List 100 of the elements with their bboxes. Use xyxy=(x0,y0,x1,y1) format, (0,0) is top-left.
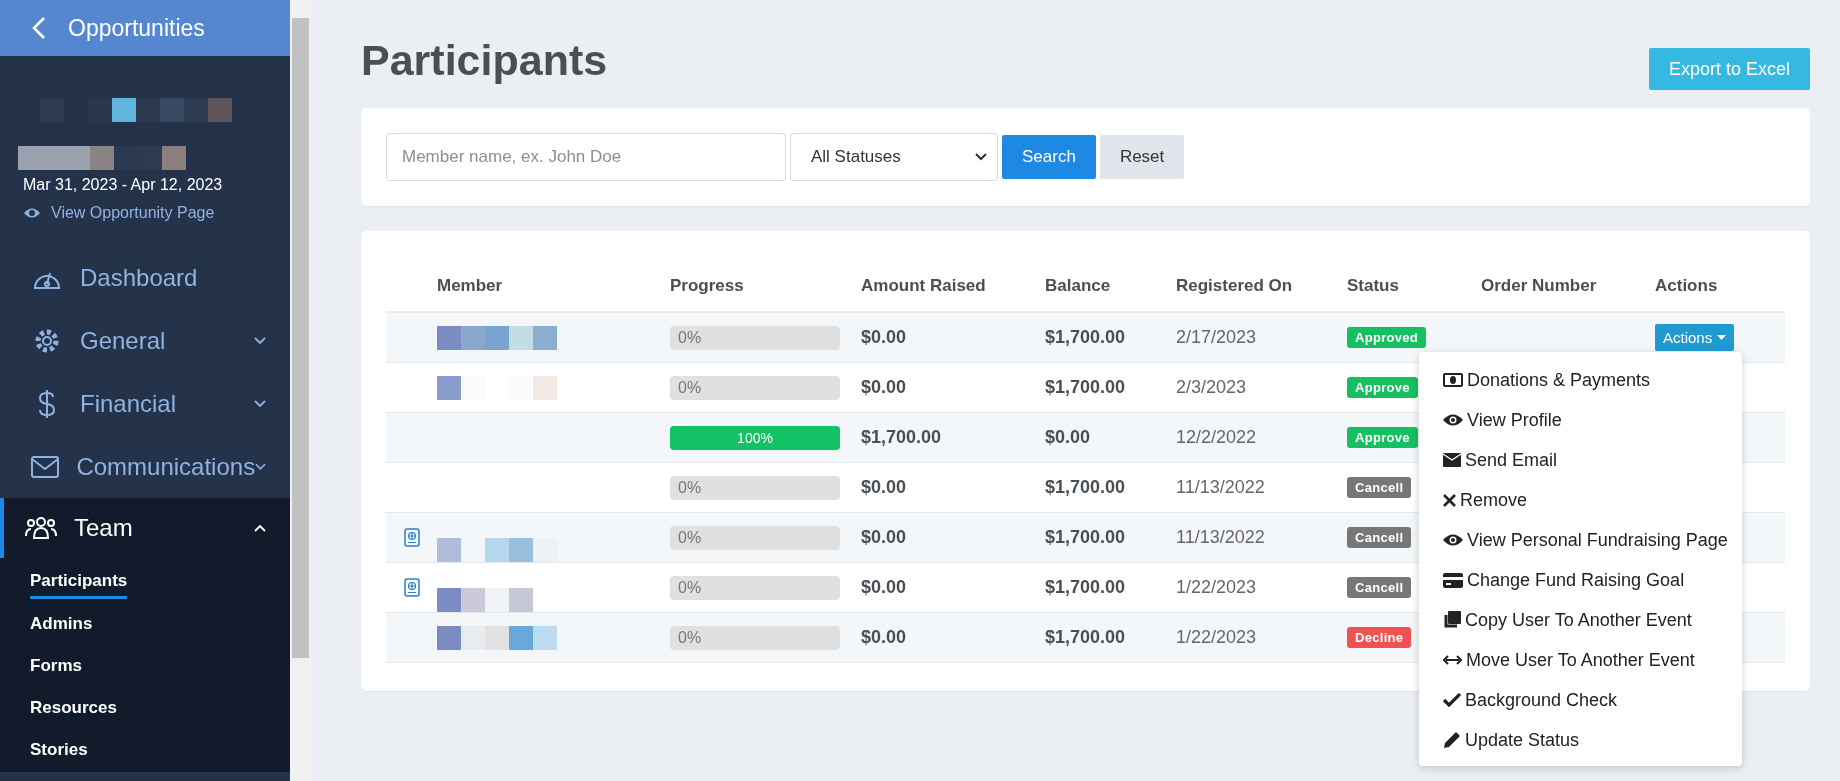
table-cell-text: $1,700.00 xyxy=(1045,577,1127,598)
nav-item[interactable]: Team xyxy=(0,498,290,558)
menu-item[interactable]: Copy User To Another Event xyxy=(1419,600,1742,640)
people-icon xyxy=(25,516,57,540)
back-label: Opportunities xyxy=(68,14,205,42)
nav-item[interactable]: Dashboard xyxy=(0,246,290,309)
check-icon xyxy=(1443,693,1461,707)
table-cell-text: 1/22/2023 xyxy=(1176,627,1258,648)
nav-label: General xyxy=(80,326,167,355)
scrollbar[interactable] xyxy=(290,0,311,781)
menu-item[interactable]: Donations & Payments xyxy=(1419,360,1742,400)
status-badge: Cancell xyxy=(1347,527,1412,548)
status-badge: Approved xyxy=(1347,327,1427,348)
credit-card-icon xyxy=(1443,572,1463,588)
nav-item[interactable]: Communications xyxy=(0,435,290,498)
table-cell-text: $0.00 xyxy=(861,477,908,498)
table-cell-text: $1,700.00 xyxy=(1045,477,1127,498)
envelope-icon xyxy=(1443,453,1461,467)
progress-label: 0% xyxy=(677,628,702,647)
progress-label: 0% xyxy=(677,578,702,597)
search-button[interactable]: Search xyxy=(1002,135,1096,179)
nav-item[interactable]: Financial xyxy=(0,372,290,435)
column-header: Balance xyxy=(1045,276,1112,296)
nav-subitem[interactable]: Stories xyxy=(30,730,88,772)
progress-label: 0% xyxy=(677,328,702,347)
menu-item[interactable]: Send Email xyxy=(1419,440,1742,480)
menu-item[interactable]: Update Status xyxy=(1419,720,1742,760)
column-header: Actions xyxy=(1655,276,1719,296)
pencil-icon xyxy=(1443,731,1461,749)
menu-item-label: Remove xyxy=(1460,489,1528,511)
progress-label: 0% xyxy=(677,378,702,397)
table-cell-text: 2/17/2023 xyxy=(1176,327,1258,348)
menu-item[interactable]: Move User To Another Event xyxy=(1419,640,1742,680)
nav-item[interactable]: General xyxy=(0,309,290,372)
nav-label: Team xyxy=(74,514,134,542)
column-header: Registered On xyxy=(1176,276,1294,296)
table-cell-text: $1,700.00 xyxy=(1045,377,1127,398)
view-opportunity-link[interactable]: View Opportunity Page xyxy=(18,204,290,222)
table-cell-text: 1/22/2023 xyxy=(1176,577,1258,598)
status-badge: Cancell xyxy=(1347,577,1412,598)
table-cell-text: $1,700.00 xyxy=(861,427,943,448)
column-header: Progress xyxy=(670,276,745,296)
dollar-icon xyxy=(37,388,57,419)
menu-item-label: Send Email xyxy=(1465,449,1558,471)
menu-item-label: Update Status xyxy=(1465,729,1580,751)
menu-item-label: Move User To Another Event xyxy=(1466,649,1695,671)
menu-item[interactable]: View Profile xyxy=(1419,400,1742,440)
status-badge: Approve xyxy=(1347,377,1418,398)
menu-item-label: Change Fund Raising Goal xyxy=(1467,569,1685,591)
caret-icon xyxy=(1717,335,1727,340)
status-badge: Cancell xyxy=(1347,477,1412,498)
table-cell-text: $0.00 xyxy=(861,527,908,548)
status-badge: Decline xyxy=(1347,627,1412,648)
menu-item-label: View Profile xyxy=(1467,409,1562,431)
progress-label: 0% xyxy=(677,478,702,497)
nav-subitem[interactable]: Resources xyxy=(30,688,117,730)
table-cell-text: 11/13/2022 xyxy=(1176,477,1266,498)
back-icon xyxy=(32,16,46,40)
eye-icon xyxy=(1443,533,1463,547)
table-cell-text: $0.00 xyxy=(861,377,908,398)
eye-icon xyxy=(1443,413,1463,427)
table-cell-text: $0.00 xyxy=(861,577,908,598)
nav-subitem[interactable]: Forms xyxy=(30,646,82,688)
page-title: Participants xyxy=(361,36,608,85)
table-cell-text: $1,700.00 xyxy=(1045,627,1127,648)
nav-label: Dashboard xyxy=(80,263,199,292)
status-dropdown[interactable]: All Statuses xyxy=(790,133,998,181)
reset-button[interactable]: Reset xyxy=(1099,135,1185,179)
menu-item-label: Background Check xyxy=(1465,689,1618,711)
nav-subitem[interactable]: Admins xyxy=(30,604,93,646)
double-arrow-icon xyxy=(1443,655,1462,665)
column-header: Amount Raised xyxy=(861,276,987,296)
back-header[interactable]: Opportunities xyxy=(0,0,290,56)
table-cell-text: 2/3/2023 xyxy=(1176,377,1248,398)
progress-label: 0% xyxy=(677,528,702,547)
nav-label: Financial xyxy=(80,389,178,418)
nav-subitem[interactable]: Participants xyxy=(30,566,128,599)
table-cell-text: $0.00 xyxy=(861,327,908,348)
menu-item[interactable]: View Personal Fundraising Page xyxy=(1419,520,1742,560)
menu-item-label: Donations & Payments xyxy=(1467,369,1651,391)
menu-item[interactable]: Background Check xyxy=(1419,680,1742,720)
eye-icon xyxy=(23,207,41,219)
chevron-down-icon xyxy=(975,153,987,161)
envelope-icon xyxy=(31,455,60,478)
column-header: Member xyxy=(437,276,504,296)
column-header: Status xyxy=(1347,276,1400,296)
status-badge: Approve xyxy=(1347,427,1418,448)
search-field[interactable]: Member name, ex. John Doe xyxy=(386,133,786,181)
table-cell-text: 12/2/2022 xyxy=(1176,427,1258,448)
menu-item[interactable]: Remove xyxy=(1419,480,1742,520)
table-cell-text: $0.00 xyxy=(861,627,908,648)
menu-item[interactable]: Change Fund Raising Goal xyxy=(1419,560,1742,600)
menu-item-label: Copy User To Another Event xyxy=(1465,609,1692,631)
nav-label: Communications xyxy=(76,452,256,481)
menu-item-label: View Personal Fundraising Page xyxy=(1467,529,1728,551)
table-cell-text: 11/13/2022 xyxy=(1176,527,1266,548)
date-range: Mar 31, 2023 - Apr 12, 2023 xyxy=(22,176,224,194)
banknote-icon xyxy=(1443,373,1463,387)
table-cell-text: $1,700.00 xyxy=(1045,527,1127,548)
table-cell-text: $1,700.00 xyxy=(1045,327,1127,348)
